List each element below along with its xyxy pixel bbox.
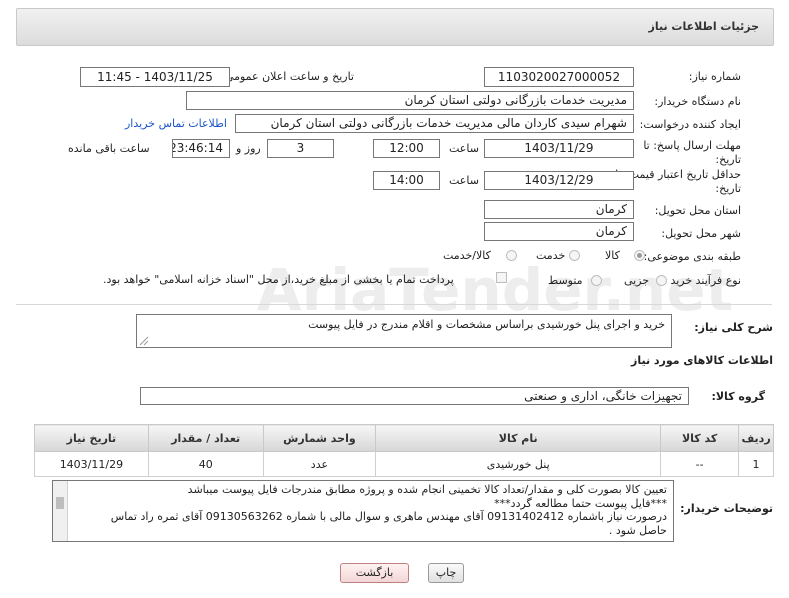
announce-label: تاریخ و ساعت اعلان عمومی: — [221, 70, 354, 83]
buyer-notes-line: تعیین کالا بصورت کلی و مقدار/تعداد کالا … — [187, 483, 667, 496]
city-field: کرمان — [484, 222, 634, 241]
category-radio-service[interactable] — [569, 250, 580, 261]
cell-unit: عدد — [262, 451, 377, 477]
back-button[interactable]: بازگشت — [340, 563, 409, 583]
buyer-contact-link[interactable]: اطلاعات تماس خریدار — [125, 117, 227, 130]
purchase-radio-minor[interactable] — [656, 275, 667, 286]
table-row: 1 -- پنل خورشیدی عدد 40 1403/11/29 — [34, 451, 774, 477]
validity-time-label: ساعت — [449, 174, 479, 187]
deadline-date-field: 1403/11/29 — [484, 139, 634, 158]
col-unit-header: واحد شمارش — [262, 424, 377, 452]
page-title: جزئیات اطلاعات نیاز — [648, 20, 760, 33]
category-option-service: خدمت — [536, 249, 566, 262]
goods-group-label: گروه کالا: — [711, 390, 765, 403]
validity-time-field: 14:00 — [373, 171, 440, 190]
city-label: شهر محل تحویل: — [661, 227, 741, 240]
purchase-radio-medium[interactable] — [591, 275, 602, 286]
goods-table-header: ردیف کد کالا نام کالا واحد شمارش تعداد /… — [34, 424, 774, 452]
goods-group-field: تجهیزات خانگی، اداری و صنعتی — [140, 387, 689, 405]
buyer-org-field: مدیریت خدمات بازرگانی دولتی استان کرمان — [186, 91, 634, 110]
description-label: شرح کلی نیاز: — [694, 321, 773, 334]
requester-label: ایجاد کننده درخواست: — [639, 118, 741, 131]
announce-field: 1403/11/25 - 11:45 — [80, 67, 230, 87]
category-option-goods-service: کالا/خدمت — [443, 249, 491, 262]
print-button[interactable]: چاپ — [428, 563, 464, 583]
buyer-notes-textarea[interactable]: تعیین کالا بصورت کلی و مقدار/تعداد کالا … — [52, 480, 674, 542]
col-date-header: تاریخ نیاز — [34, 424, 149, 452]
remaining-time-label: ساعت باقی مانده — [68, 142, 150, 155]
need-number-label: شماره نیاز: — [688, 70, 741, 83]
buyer-notes-line: ***فایل پیوست حتما مطالعه گردد*** — [494, 496, 667, 510]
buyer-notes-line: حاصل شود . — [608, 523, 667, 537]
cell-qty: 40 — [147, 451, 264, 477]
buyer-org-label: نام دستگاه خریدار: — [654, 95, 741, 108]
divider — [16, 304, 772, 305]
cell-date: 1403/11/29 — [34, 451, 149, 477]
goods-table: ردیف کد کالا نام کالا واحد شمارش تعداد /… — [34, 424, 774, 477]
province-label: استان محل تحویل: — [654, 204, 741, 217]
province-field: کرمان — [484, 200, 634, 219]
category-option-goods: کالا — [605, 249, 620, 262]
col-code-header: کد کالا — [660, 424, 740, 452]
need-number-field: 1103020027000052 — [484, 67, 634, 87]
col-name-header: نام کالا — [375, 424, 662, 452]
cell-code: -- — [660, 451, 740, 477]
buyer-notes-line: درصورت نیاز باشماره 09131402412 آقای مهن… — [110, 510, 667, 523]
deadline-time-label: ساعت — [449, 142, 479, 155]
description-textarea[interactable]: خرید و اجرای پنل خورشیدی براساس مشخصات و… — [136, 314, 672, 348]
cell-name: پنل خورشیدی — [375, 451, 662, 477]
deadline-label: مهلت ارسال پاسخ: تا تاریخ: — [643, 139, 741, 166]
goods-section-title: اطلاعات کالاهای مورد نیاز — [631, 354, 773, 367]
header-panel: جزئیات اطلاعات نیاز — [16, 8, 774, 46]
scrollbar-thumb[interactable] — [56, 497, 64, 509]
requester-field: شهرام سیدی کاردان مالی مدیریت خدمات بازر… — [235, 114, 634, 133]
col-row-header: ردیف — [738, 424, 774, 452]
category-label: طبقه بندی موضوعی: — [643, 250, 741, 263]
purchase-option-medium: متوسط — [548, 274, 583, 287]
col-qty-header: تعداد / مقدار — [147, 424, 264, 452]
validity-date-field: 1403/12/29 — [484, 171, 634, 190]
purchase-option-minor: جزیی — [624, 274, 650, 287]
remaining-time-field: 23:46:14 — [172, 139, 230, 158]
deadline-days-label: روز و — [236, 142, 261, 155]
resize-grip-icon[interactable] — [139, 336, 149, 346]
treasury-payment-note: پرداخت تمام یا بخشی از مبلغ خرید،از محل … — [103, 273, 454, 286]
category-radio-goods-service[interactable] — [506, 250, 517, 261]
cell-row: 1 — [738, 451, 774, 477]
deadline-time-field: 12:00 — [373, 139, 440, 158]
notes-scrollbar[interactable] — [53, 481, 68, 541]
deadline-days-field: 3 — [267, 139, 334, 158]
buyer-notes-label: توضیحات خریدار: — [680, 502, 773, 515]
category-radio-goods[interactable] — [634, 250, 645, 261]
treasury-payment-checkbox[interactable] — [496, 272, 507, 283]
purchase-type-label: نوع فرآیند خرید : — [663, 274, 741, 287]
